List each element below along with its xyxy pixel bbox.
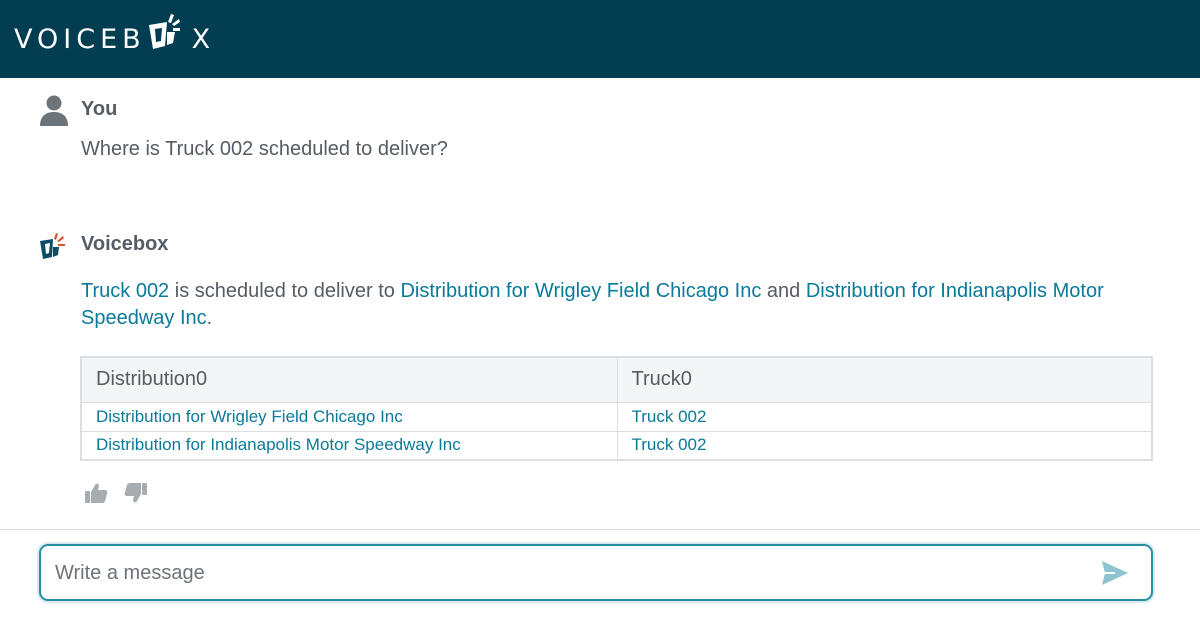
column-header: Distribution0: [81, 357, 618, 403]
reply-text-segment: is scheduled to deliver to: [169, 280, 401, 302]
voicebox-logo-icon: [38, 230, 70, 262]
table-header-row: Distribution0 Truck0: [81, 357, 1152, 403]
truck-link[interactable]: Truck 002: [632, 407, 707, 426]
feedback-controls: [84, 482, 148, 504]
distribution-link-wrigley[interactable]: Distribution for Wrigley Field Chicago I…: [400, 280, 761, 302]
table-row: Distribution for Wrigley Field Chicago I…: [81, 402, 1152, 432]
sender-name: You: [81, 98, 118, 120]
composer-divider: [0, 529, 1200, 530]
column-header: Truck0: [617, 357, 1152, 403]
bot-reply-text: Truck 002 is scheduled to deliver to Dis…: [81, 278, 1151, 332]
table-row: Distribution for Indianapolis Motor Spee…: [81, 431, 1152, 461]
reply-text-segment: and: [761, 280, 806, 302]
logo-text-right: X: [191, 23, 216, 55]
reply-text-segment: .: [206, 307, 213, 329]
table-cell: Truck 002: [617, 431, 1152, 461]
results-table: Distribution0 Truck0 Distribution for Wr…: [80, 356, 1153, 461]
sender-name: Voicebox: [81, 233, 169, 255]
bot-message: Voicebox Truck 002 is scheduled to deliv…: [0, 226, 1200, 526]
message-input[interactable]: [55, 558, 1075, 588]
thumbs-up-icon[interactable]: [84, 482, 108, 504]
distribution-link[interactable]: Distribution for Wrigley Field Chicago I…: [96, 407, 403, 426]
thumbs-down-icon[interactable]: [124, 482, 148, 504]
table-cell: Distribution for Wrigley Field Chicago I…: [81, 402, 618, 432]
voicebox-logo-icon: [143, 12, 189, 58]
truck-link[interactable]: Truck 002: [632, 435, 707, 454]
table-cell: Truck 002: [617, 402, 1152, 432]
top-bar: VOICEB X: [0, 0, 1200, 78]
person-icon: [38, 94, 70, 126]
send-icon[interactable]: [1101, 560, 1129, 586]
message-composer: [39, 544, 1153, 601]
distribution-link[interactable]: Distribution for Indianapolis Motor Spee…: [96, 435, 461, 454]
voicebox-logo: VOICEB X: [14, 10, 215, 68]
user-message-text: Where is Truck 002 scheduled to deliver?: [81, 138, 448, 160]
truck-link[interactable]: Truck 002: [81, 280, 169, 302]
logo-text-left: VOICEB: [14, 23, 146, 55]
table-cell: Distribution for Indianapolis Motor Spee…: [81, 431, 618, 461]
user-message: You Where is Truck 002 scheduled to deli…: [0, 90, 1200, 190]
